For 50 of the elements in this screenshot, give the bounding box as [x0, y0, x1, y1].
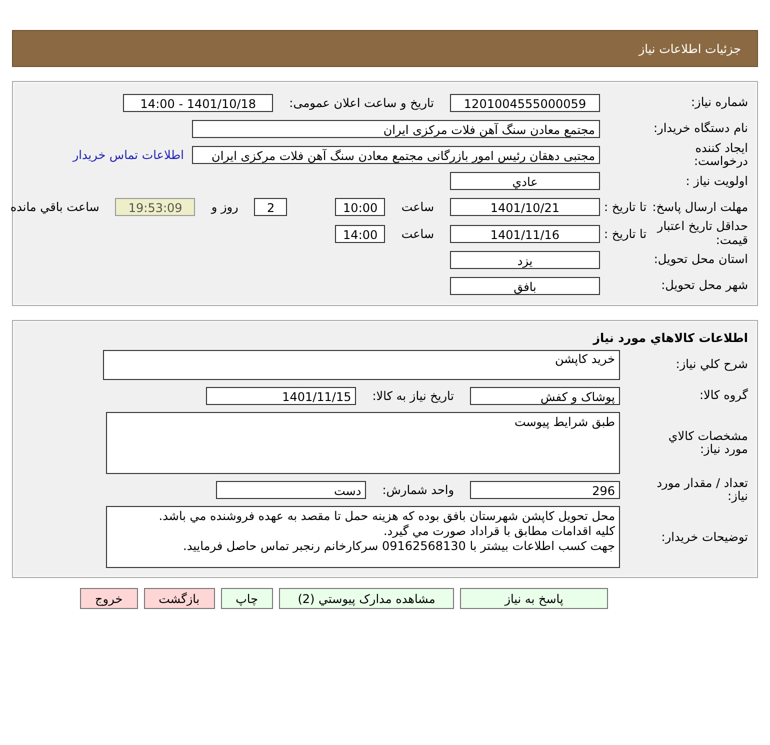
action-button[interactable]: بازگشت	[144, 588, 215, 610]
value-field: عادي	[450, 172, 600, 190]
field-label: تا تاریخ :	[604, 200, 647, 214]
value-field: 10:00	[335, 198, 386, 216]
action-button[interactable]: مشاهده مدارک پيوستي (2)	[279, 588, 454, 610]
field-label: شهر محل تحویل:	[661, 279, 748, 292]
value-field: یزد	[450, 250, 600, 269]
field-label: شرح کلي نياز:	[676, 358, 748, 372]
value-field: مجتبی دهقان رئیس امور بازرگانی مجتمع معادن سنگ آهن فلات مرکزی ایران	[192, 146, 600, 164]
contact-link[interactable]: اطلاعات تماس خریدار	[72, 148, 184, 162]
action-button[interactable]: پاسخ به نياز	[460, 588, 608, 610]
action-button[interactable]: خروج	[80, 588, 138, 610]
value-field: دست	[216, 480, 366, 499]
field-label: اولویت نیاز :	[686, 174, 748, 188]
field-label: تاريخ نياز به کالا:	[372, 388, 454, 403]
timer-field: 19:53:09	[115, 198, 196, 216]
value-field: 2	[254, 198, 288, 216]
value-field: مجتمع معادن سنگ آهن فلات مرکزی ایران	[192, 120, 600, 138]
value-field: بافق	[450, 276, 600, 295]
value-field: 296	[470, 480, 620, 499]
value-field: محل تحويل کاپشن شهرستان بافق بوده که هزينه حمل تا مقصد به عهده فروشنده مي باشد. کليه اقدامات مطابق با قراداد صورت مي گيرد. جهت کسب اطلاعات بيشتر با 09162568130 سرکارخانم رنجبر تماس حاصل فرماييد.	[106, 506, 620, 568]
value-field: 14:00	[335, 224, 386, 243]
field-label: حداقل تاریخ اعتبار قیمت:	[656, 220, 748, 247]
value-field: 1401/10/18 - 14:00	[123, 94, 274, 112]
field-label: روز و	[211, 200, 238, 214]
field-label: گروه کالا:	[700, 389, 748, 402]
action-button[interactable]: چاپ	[220, 588, 273, 610]
field-label: توضيحات خريدار:	[661, 530, 748, 544]
field-label: نام دستگاه خریدار:	[654, 122, 748, 136]
field-label: ایجاد کننده درخواست:	[693, 142, 748, 168]
field-label: ساعت باقي مانده	[10, 200, 100, 214]
field-label: تاریخ و ساعت اعلان عمومی:	[289, 96, 434, 110]
value-field: طبق شرايط پيوست	[106, 412, 620, 474]
value-field: خريد کاپشن	[103, 350, 620, 380]
field-label: تا تاریخ :	[604, 226, 647, 241]
field-label: استان محل تحویل:	[654, 253, 748, 266]
value-field: 1401/11/15	[206, 386, 356, 405]
value-field: 1201004555000059	[450, 94, 600, 112]
value-field: 1401/10/21	[450, 198, 600, 216]
field-label: مشخصات کالاي مورد نياز:	[667, 430, 748, 456]
field-label: واحد شمارش:	[382, 482, 454, 497]
field-label: ساعت	[401, 226, 434, 241]
value-field: 1401/11/16	[450, 224, 600, 243]
field-label: شماره نیاز:	[691, 96, 748, 110]
page-title: جزئيات اطلاعات نياز	[638, 42, 741, 56]
field-label: تعداد / مقدار مورد نياز:	[656, 476, 748, 504]
value-field: پوشاک و کفش	[470, 386, 620, 405]
section-title: اطلاعات کالاهاي مورد نياز	[592, 330, 749, 347]
field-label: مهلت ارسال پاسخ:	[652, 200, 748, 214]
field-label: ساعت	[401, 200, 434, 214]
